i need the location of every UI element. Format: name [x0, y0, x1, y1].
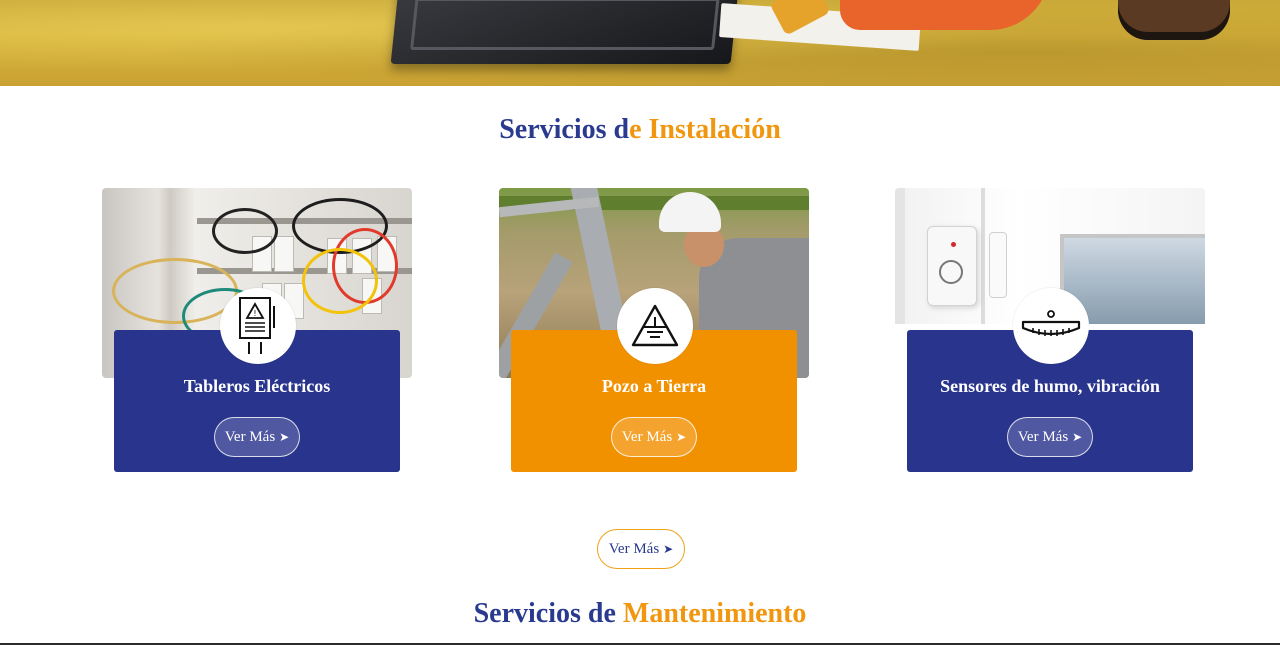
work-boot [1118, 0, 1230, 40]
service-card-tableros: ! Tableros Eléctricos Ver Más ➤ [102, 188, 412, 478]
maintenance-section-title: Servicios de Mantenimiento [473, 598, 807, 629]
ver-mas-pozo-tierra-button[interactable]: Ver Más ➤ [611, 417, 697, 457]
chevron-right-icon: ➤ [663, 542, 674, 556]
hero-banner-image [0, 0, 1280, 86]
ground-symbol-icon [617, 288, 693, 364]
service-card-sensores: Sensores de humo, vibración Ver Más ➤ [895, 188, 1205, 478]
ver-mas-sensores-button[interactable]: Ver Más ➤ [1007, 417, 1093, 457]
electrical-panel-icon: ! [220, 288, 296, 364]
ver-mas-tableros-button[interactable]: Ver Más ➤ [214, 417, 300, 457]
service-card-pozo-tierra: Pozo a Tierra Ver Más ➤ [499, 188, 809, 478]
chevron-right-icon: ➤ [1072, 430, 1083, 444]
card-title: Pozo a Tierra [601, 376, 707, 396]
smoke-detector-icon [1013, 288, 1089, 364]
ver-mas-instalacion-button[interactable]: Ver Más ➤ [597, 529, 685, 569]
card-title: Tableros Eléctricos [183, 376, 331, 396]
chevron-right-icon: ➤ [279, 430, 290, 444]
svg-text:!: ! [253, 309, 256, 318]
chevron-right-icon: ➤ [676, 430, 687, 444]
junction-box-tray [390, 0, 740, 64]
installation-section-title: Servicios de Instalación [499, 114, 781, 145]
card-title: Sensores de humo, vibración [940, 376, 1160, 396]
